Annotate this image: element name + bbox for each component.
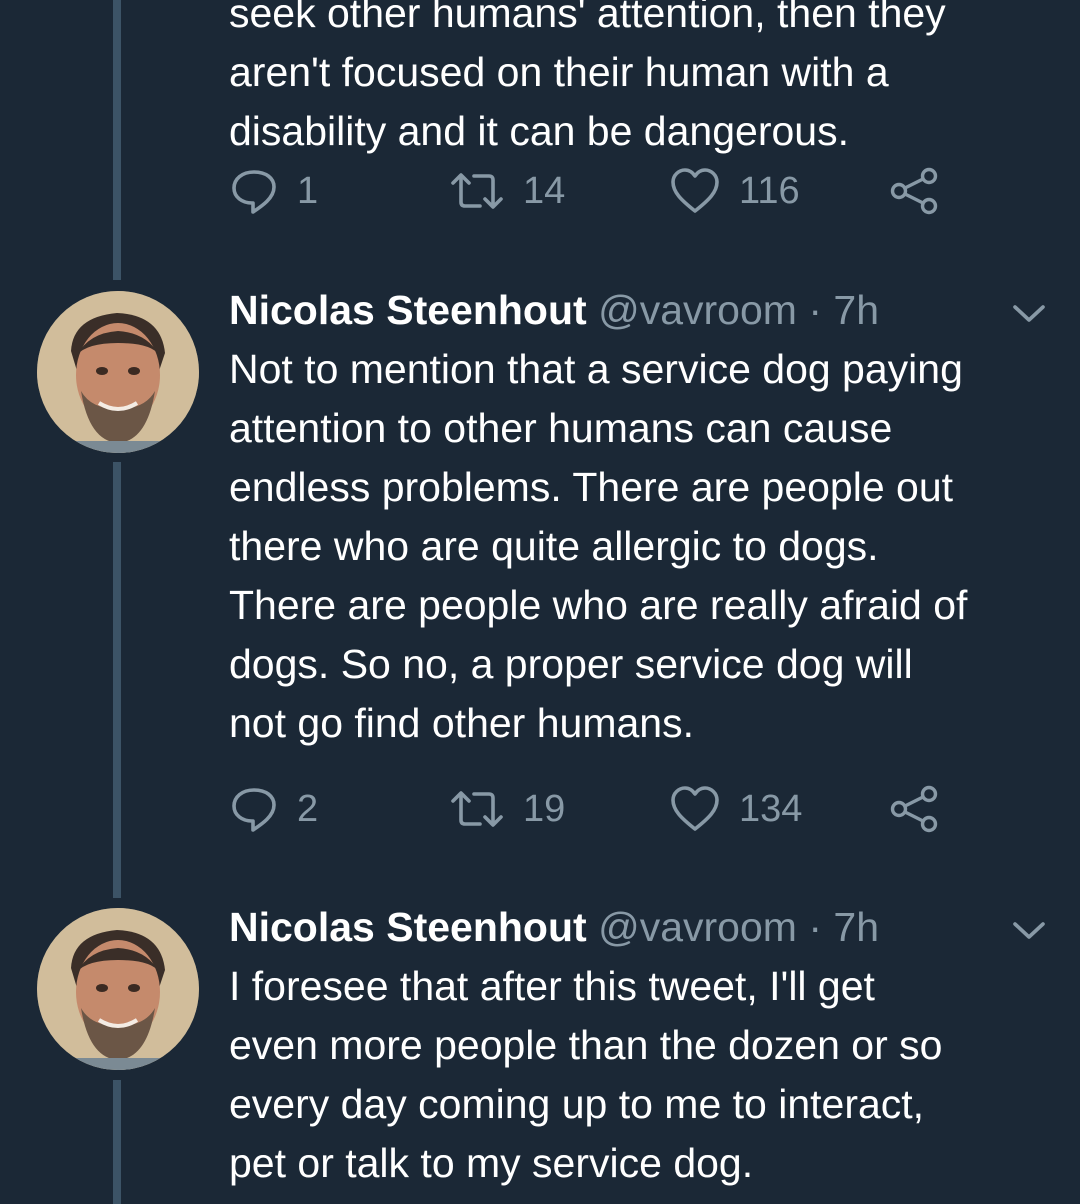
tweet-menu-button[interactable] bbox=[1012, 920, 1046, 942]
like-button[interactable]: 134 bbox=[669, 784, 802, 834]
separator: · bbox=[808, 904, 822, 950]
author-handle[interactable]: @vavroom bbox=[598, 904, 797, 950]
author-name[interactable]: Nicolas Steenhout bbox=[229, 904, 587, 950]
timestamp[interactable]: 7h bbox=[833, 287, 879, 333]
thread-line bbox=[113, 462, 121, 898]
retweet-icon bbox=[449, 784, 505, 834]
retweet-button[interactable]: 19 bbox=[449, 784, 565, 834]
reply-button[interactable]: 2 bbox=[229, 784, 318, 834]
retweet-button[interactable]: 14 bbox=[449, 166, 565, 216]
tweet-text: seek other humans' attention, then they … bbox=[229, 0, 946, 154]
separator: · bbox=[808, 287, 822, 333]
tweet-text: Not to mention that a service dog paying… bbox=[229, 346, 968, 746]
author-name[interactable]: Nicolas Steenhout bbox=[229, 287, 587, 333]
share-icon bbox=[889, 166, 941, 216]
chevron-down-icon bbox=[1012, 305, 1046, 329]
tweet-header: Nicolas Steenhout @vavroom · 7h bbox=[229, 281, 879, 340]
heart-icon bbox=[669, 166, 721, 216]
tweet-menu-button[interactable] bbox=[1012, 303, 1046, 325]
reply-count: 1 bbox=[297, 170, 319, 212]
author-handle[interactable]: @vavroom bbox=[598, 287, 797, 333]
tweet-actions: 2 19 134 bbox=[229, 784, 949, 834]
share-icon bbox=[889, 784, 941, 834]
reply-icon bbox=[229, 166, 279, 216]
share-button[interactable] bbox=[889, 784, 941, 834]
thread-line bbox=[113, 0, 121, 280]
share-button[interactable] bbox=[889, 166, 941, 216]
timestamp[interactable]: 7h bbox=[833, 904, 879, 950]
tweet-text: I foresee that after this tweet, I'll ge… bbox=[229, 963, 943, 1186]
thread-line bbox=[113, 1080, 121, 1204]
avatar[interactable] bbox=[37, 908, 199, 1070]
tweet-actions: 1 14 116 bbox=[229, 166, 949, 216]
heart-icon bbox=[669, 784, 721, 834]
reply-button[interactable]: 1 bbox=[229, 166, 318, 216]
reply-count: 2 bbox=[297, 788, 319, 830]
retweet-count: 19 bbox=[523, 788, 566, 830]
like-count: 134 bbox=[739, 788, 803, 830]
retweet-icon bbox=[449, 166, 505, 216]
tweet-header: Nicolas Steenhout @vavroom · 7h bbox=[229, 898, 879, 957]
retweet-count: 14 bbox=[523, 170, 566, 212]
chevron-down-icon bbox=[1012, 922, 1046, 946]
like-count: 116 bbox=[739, 170, 800, 212]
reply-icon bbox=[229, 784, 279, 834]
like-button[interactable]: 116 bbox=[669, 166, 800, 216]
avatar[interactable] bbox=[37, 291, 199, 453]
